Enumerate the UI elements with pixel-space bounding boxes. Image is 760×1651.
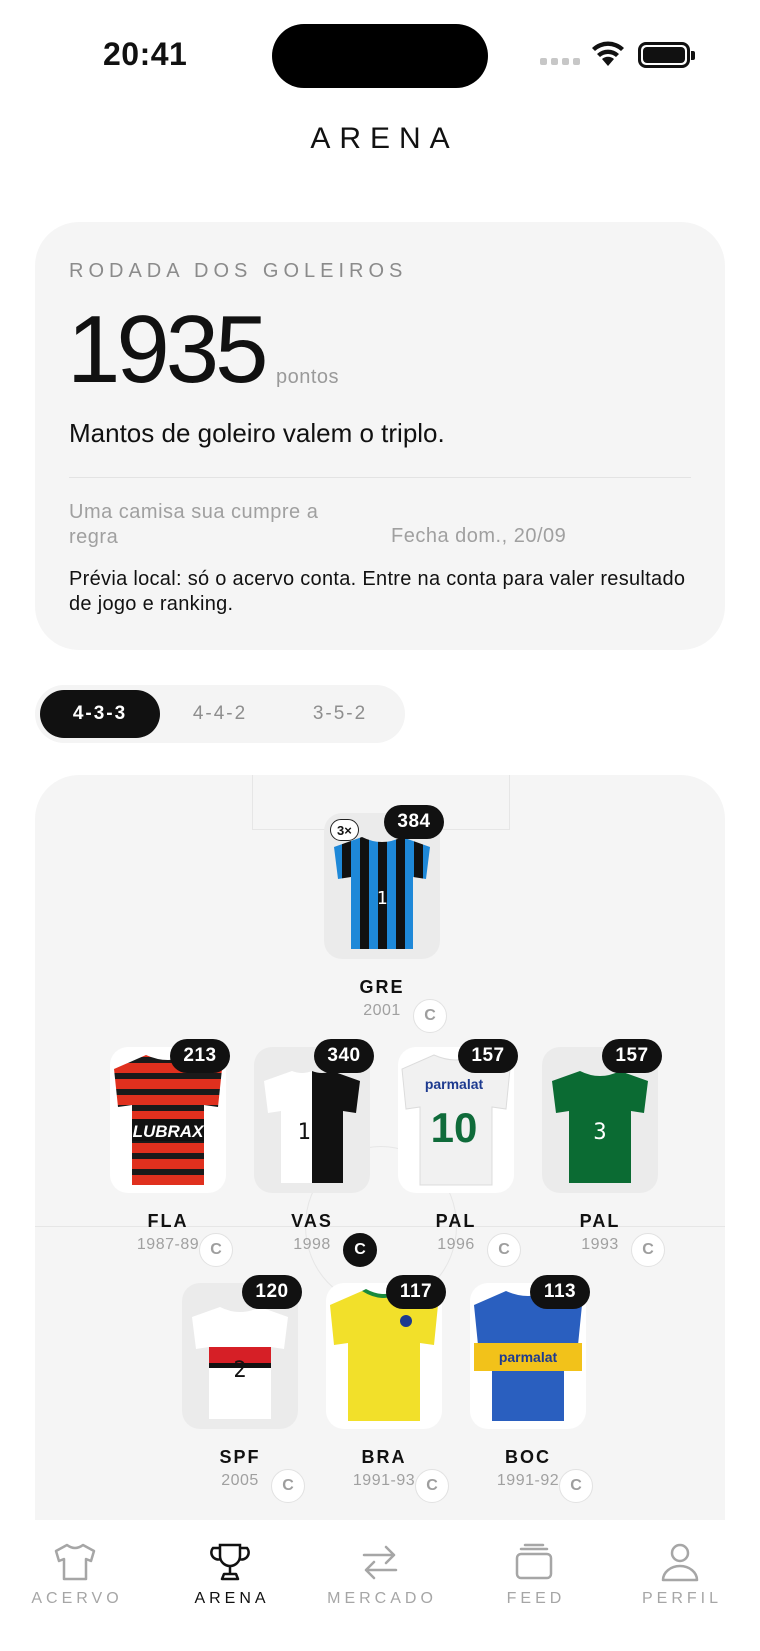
shirt-sponsor: parmalat [499,1349,558,1365]
tab-label: ACERVO [31,1590,123,1607]
cellular-signal-icon [540,58,580,65]
battery-icon [638,42,695,68]
shirt-card[interactable]: LUBRAX 213 [110,1039,230,1193]
tab-mercado[interactable]: MERCADO [310,1520,450,1608]
round-points: 1935 [67,296,269,403]
round-label: RODADA DOS GOLEIROS [69,260,408,282]
club-code: PAL [579,1211,621,1231]
captain-button[interactable]: C [487,1233,521,1267]
points-badge: 157 [458,1039,518,1073]
round-rule: Mantos de goleiro valem o triplo. [69,418,445,448]
shirt-card[interactable]: parmalat 10 157 [398,1039,518,1193]
shirt-card[interactable]: 117 [326,1275,446,1429]
formation-tab-442[interactable]: 4-4-2 [160,690,280,738]
tab-label: MERCADO [327,1590,437,1607]
club-code: BRA [361,1447,407,1467]
shirt-card[interactable]: 1 340 [254,1039,374,1193]
formation-tab-433[interactable]: 4-3-3 [40,690,160,738]
shirt-number: 3 [593,1120,606,1145]
formation-selector: 4-3-3 4-4-2 3-5-2 [35,685,405,743]
tab-bar: ACERVO ARENA MERCADO FEED PERFIL [0,1520,760,1651]
formation-tab-352[interactable]: 3-5-2 [280,690,400,738]
person-icon [661,1543,699,1582]
round-card: RODADA DOS GOLEIROS 1935 pontos Mantos d… [35,222,725,650]
points-badge: 117 [386,1275,446,1309]
captain-button[interactable]: C [343,1233,377,1267]
round-note: Prévia local: só o acervo conta. Entre n… [69,568,686,615]
captain-button[interactable]: C [413,999,447,1033]
tab-perfil[interactable]: PERFIL [610,1520,750,1608]
pitch: 1 3× 384 GRE 2001 C LUBRAX 213 FLA 1987-… [35,775,725,1520]
points-badge: 384 [384,805,444,839]
captain-button[interactable]: C [631,1233,665,1267]
club-code: BOC [505,1447,551,1467]
trophy-icon [210,1543,250,1581]
shirt-icon [54,1543,96,1581]
captain-button[interactable]: C [271,1469,305,1503]
dynamic-island [272,24,488,88]
tab-label: ARENA [194,1590,270,1607]
points-badge: 157 [602,1039,662,1073]
shirt-number: 1 [377,888,388,909]
club-code: VAS [291,1211,333,1231]
page-title: ARENA [310,122,459,155]
wifi-icon [592,41,624,66]
points-badge: 113 [530,1275,590,1309]
points-badge: 120 [242,1275,302,1309]
tab-acervo[interactable]: ACERVO [5,1520,145,1608]
shirt-card[interactable]: parmalat 113 [470,1275,590,1429]
shirt-card[interactable]: 2 120 [182,1275,302,1429]
captain-button[interactable]: C [415,1469,449,1503]
stack-icon [515,1543,553,1580]
round-deadline: Fecha dom., 20/09 [391,525,567,547]
shirt-card[interactable]: 1 3× 384 [324,805,444,959]
multiplier-badge: 3× [330,819,359,841]
points-badge: 213 [170,1039,230,1073]
round-points-unit: pontos [276,366,340,388]
shirt-number: 2 [233,1358,246,1383]
divider [69,477,691,478]
club-code: FLA [147,1211,189,1231]
status-time: 20:41 [103,36,188,72]
club-code: SPF [219,1447,261,1467]
points-badge: 340 [314,1039,374,1073]
captain-button[interactable]: C [559,1469,593,1503]
tab-arena[interactable]: ARENA [160,1520,300,1608]
shirt-card[interactable]: 3 157 [542,1039,662,1193]
tab-label: FEED [506,1590,566,1607]
club-code: PAL [435,1211,477,1231]
swap-arrows-icon [362,1545,398,1580]
shirt-number: 10 [431,1104,478,1151]
captain-button[interactable]: C [199,1233,233,1267]
tab-label: PERFIL [641,1590,722,1607]
round-status: Uma camisa sua cumpre a regra [69,501,319,548]
shirt-sponsor: parmalat [425,1076,484,1092]
tab-feed[interactable]: FEED [464,1520,604,1608]
shirt-number: 1 [297,1120,310,1145]
club-code: GRE [359,977,405,997]
shirt-sponsor: LUBRAX [133,1122,205,1141]
